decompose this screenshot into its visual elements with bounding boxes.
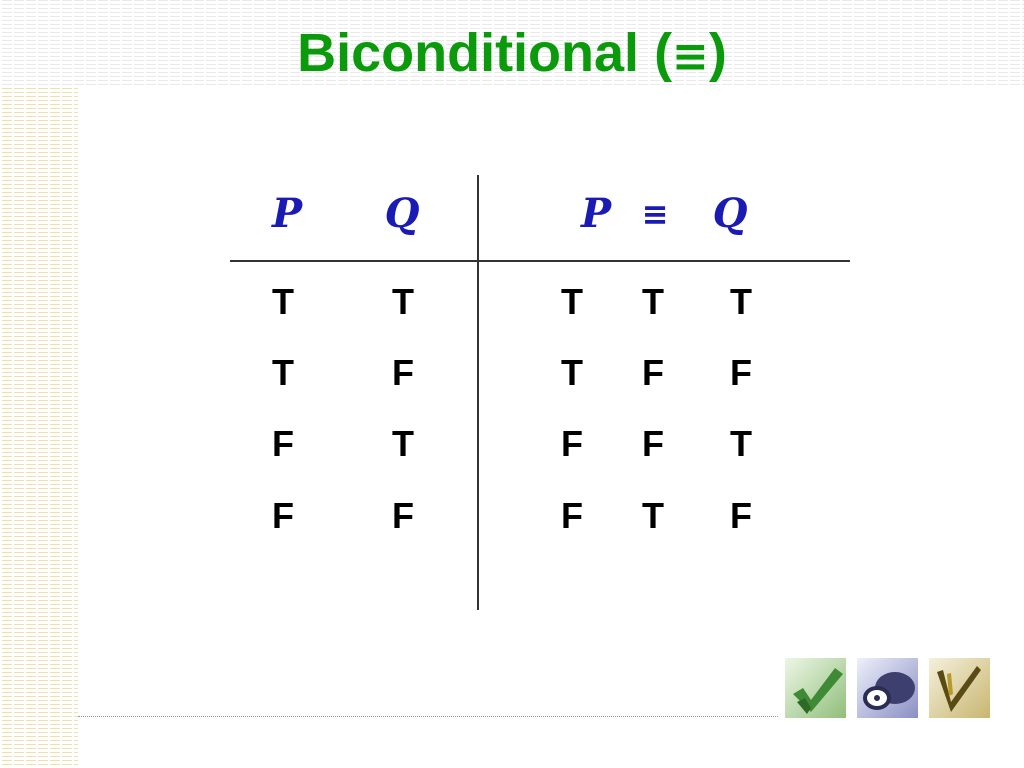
cell-p: T — [272, 281, 294, 322]
cell-result-p: T — [561, 352, 583, 393]
cd-disc-icon — [857, 658, 918, 718]
title-text: Biconditional ( — [297, 23, 673, 83]
title-close-paren: ) — [708, 23, 727, 83]
cell-q: T — [392, 423, 414, 464]
title-equiv-symbol: ≡ — [672, 31, 709, 82]
cell-result-q: T — [730, 423, 752, 464]
cell-result-equiv: F — [642, 423, 664, 464]
header-p: P — [271, 190, 303, 237]
footer-divider — [78, 716, 778, 717]
table-vertical-divider — [477, 175, 479, 610]
cell-p: F — [272, 423, 294, 464]
header-expr-op: ≡ — [641, 195, 669, 233]
cell-result-q: T — [730, 281, 752, 322]
header-q: Q — [384, 190, 420, 237]
cell-q: F — [392, 352, 414, 393]
cell-result-equiv: F — [642, 352, 664, 393]
cell-p: F — [272, 495, 294, 536]
cell-result-p: F — [561, 423, 583, 464]
slide-title: Biconditional (≡) — [0, 18, 1024, 92]
cell-q: T — [392, 281, 414, 322]
cell-result-equiv: T — [642, 281, 664, 322]
table-horizontal-divider — [230, 260, 850, 262]
cell-result-equiv: T — [642, 495, 664, 536]
cell-result-p: T — [561, 281, 583, 322]
cell-q: F — [392, 495, 414, 536]
cell-result-q: F — [730, 495, 752, 536]
left-background-pattern — [0, 88, 78, 768]
cell-p: T — [272, 352, 294, 393]
header-expr-p: P — [580, 190, 612, 237]
header-expr-q: Q — [712, 190, 748, 237]
cell-result-q: F — [730, 352, 752, 393]
cell-result-p: F — [561, 495, 583, 536]
green-checkmark-icon — [785, 658, 846, 718]
slide: Biconditional (≡) P Q P ≡ Q T T T T T T … — [0, 0, 1024, 768]
pen-checkmark-icon — [929, 658, 990, 718]
